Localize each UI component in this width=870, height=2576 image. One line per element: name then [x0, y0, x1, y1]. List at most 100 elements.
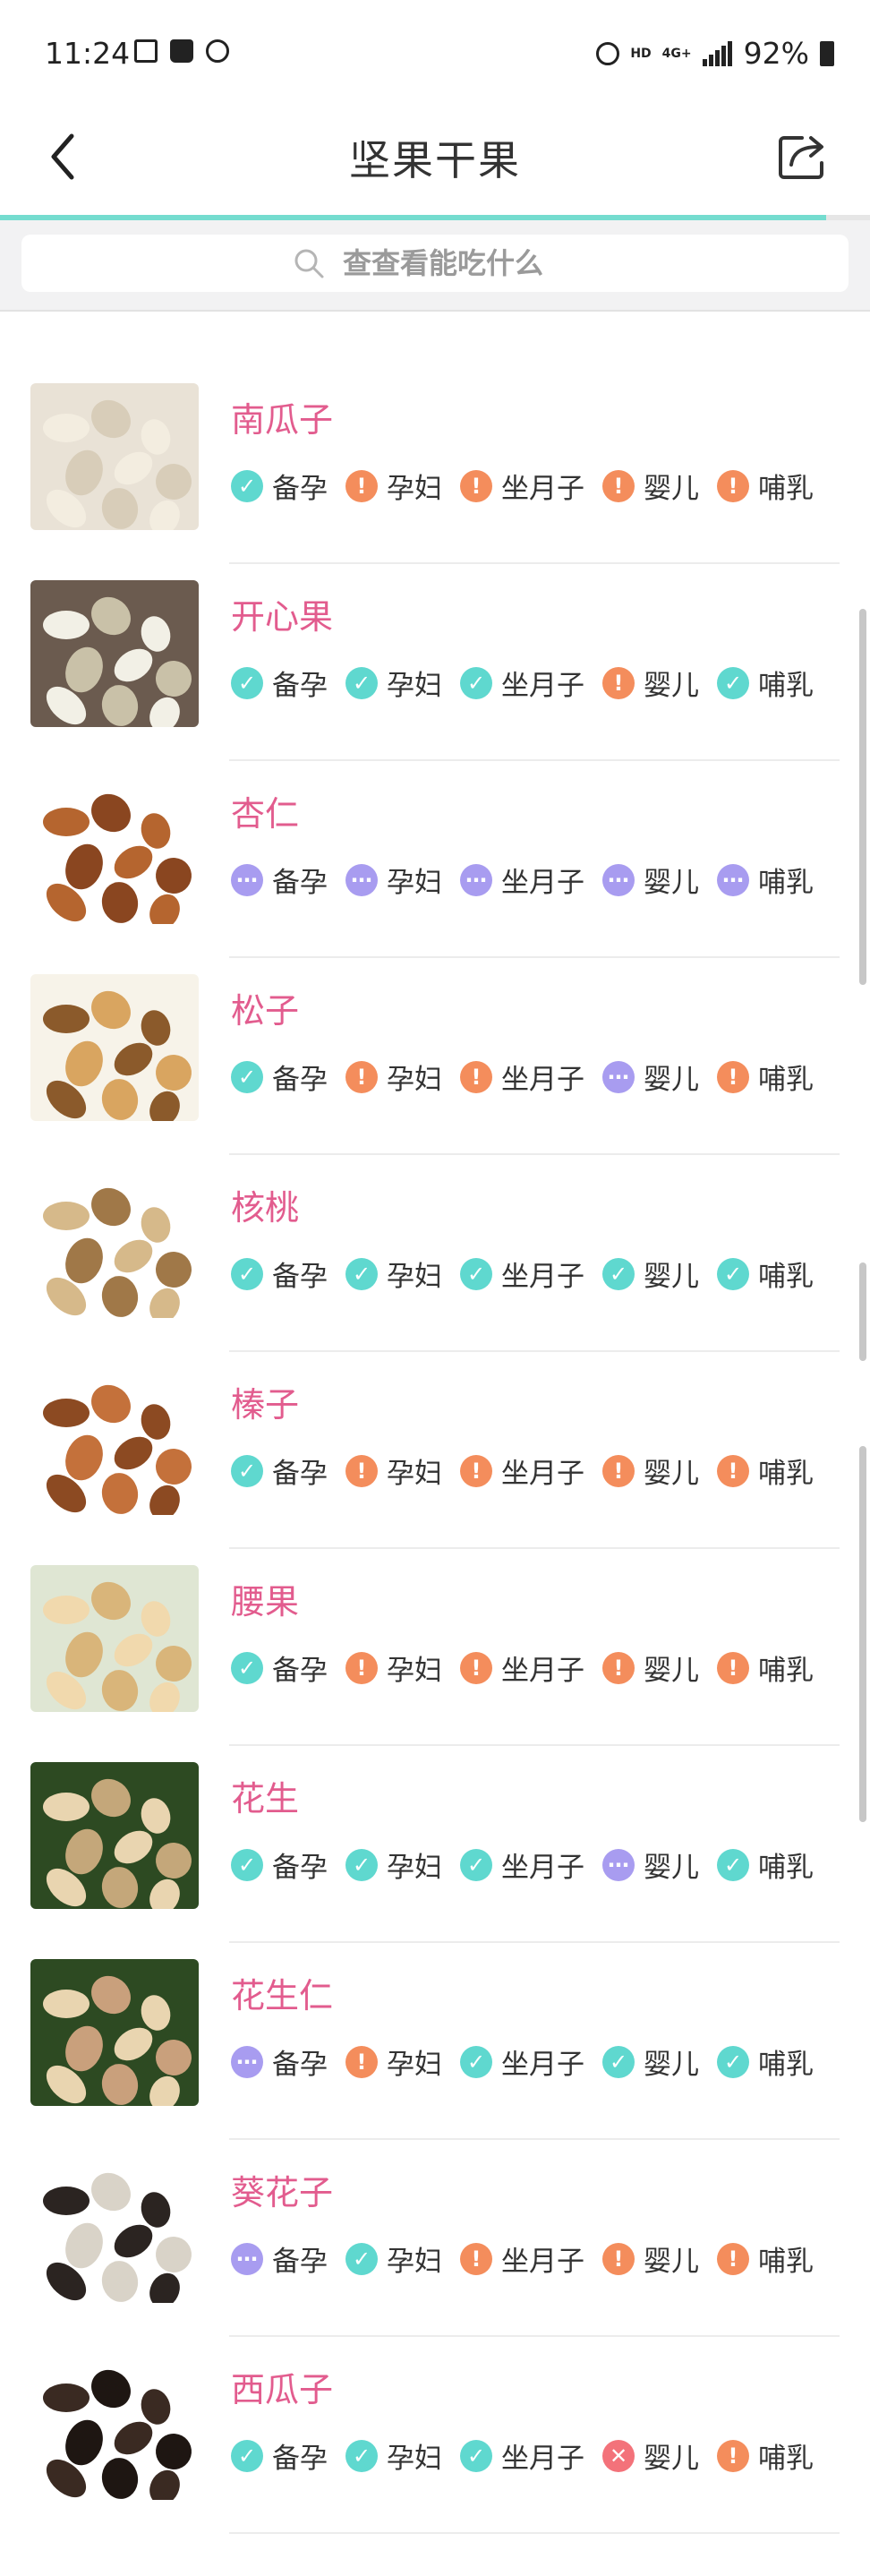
food-item[interactable]: 开心果 ✓ 备孕 ✓ 孕妇 ✓ 坐月子! 婴儿 ✓ 哺乳 [0, 564, 870, 761]
food-item[interactable]: 花生 ✓ 备孕 ✓ 孕妇 ✓ 坐月子 ⋯ 婴儿 ✓ 哺乳 [0, 1746, 870, 1943]
suitability-tag: ! 婴儿 [602, 1647, 699, 1688]
food-name: 西瓜子 [231, 2370, 334, 2409]
food-name: 松子 [231, 991, 300, 1031]
warning-icon: ! [602, 469, 635, 502]
suitability-tag: ✓ 备孕 [231, 2435, 328, 2476]
suitability-tag: ! 婴儿 [602, 1451, 699, 1491]
unknown-icon: ⋯ [460, 863, 492, 896]
group-label: 孕妇 [387, 867, 442, 899]
group-label: 坐月子 [501, 670, 584, 702]
suitability-tag: ✓ 孕妇 [345, 1844, 442, 1885]
suitability-tag: ✓ 孕妇 [345, 2435, 442, 2476]
group-label: 婴儿 [644, 1655, 699, 1687]
warning-icon: ! [717, 1454, 749, 1487]
check-icon: ✓ [717, 2045, 749, 2078]
suitability-tag: ! 哺乳 [717, 2238, 814, 2279]
food-item[interactable]: 西瓜子 ✓ 备孕 ✓ 孕妇 ✓ 坐月子 ✕ 婴儿! 哺乳 [0, 2337, 870, 2534]
search-box[interactable] [21, 235, 849, 292]
share-button[interactable] [772, 125, 834, 188]
suitability-tag: ! 孕妇 [345, 466, 442, 506]
warning-icon: ! [345, 469, 378, 502]
food-list: 南瓜子 ✓ 备孕! 孕妇! 坐月子! 婴儿! 哺乳 开心果 ✓ 备孕 ✓ 孕妇 ✓ 坐月子! 婴儿 ✓ 哺乳 杏仁… [0, 367, 870, 2534]
suitability-tag: ✓ 备孕 [231, 1647, 328, 1688]
page-title: 坚果干果 [349, 136, 521, 184]
alarm-icon [206, 39, 229, 63]
suitability-tag: ! 婴儿 [602, 2238, 699, 2279]
suitability-tag: ✓ 备孕 [231, 1844, 328, 1885]
search-icon [294, 249, 324, 278]
app-header: 坚果干果 [0, 106, 870, 215]
warning-icon: ! [460, 1060, 492, 1093]
suitability-tag: ⋯ 婴儿 [602, 1057, 699, 1097]
group-label: 坐月子 [501, 2246, 584, 2278]
suitability-tag: ✓ 坐月子 [460, 1254, 584, 1294]
group-label: 备孕 [272, 1655, 328, 1687]
status-right: HD 4G+ 92% [596, 36, 834, 71]
watermelon-seeds-image [30, 2353, 199, 2500]
unknown-icon: ⋯ [717, 863, 749, 896]
suitability-tag: ✓ 坐月子 [460, 2041, 584, 2082]
group-label: 备孕 [272, 1852, 328, 1884]
food-name: 开心果 [231, 597, 334, 637]
group-label: 婴儿 [644, 473, 699, 505]
group-label: 哺乳 [758, 1261, 814, 1293]
suitability-tag: ✓ 婴儿 [602, 2041, 699, 2082]
check-icon: ✓ [602, 2045, 635, 2078]
warning-icon: ! [717, 2439, 749, 2472]
food-item[interactable]: 松子 ✓ 备孕! 孕妇! 坐月子 ⋯ 婴儿! 哺乳 [0, 958, 870, 1155]
group-label: 坐月子 [501, 2443, 584, 2475]
group-label: 哺乳 [758, 2443, 814, 2475]
group-label: 坐月子 [501, 867, 584, 899]
signal-icon [702, 40, 733, 66]
suitability-tag: ⋯ 婴儿 [602, 1844, 699, 1885]
check-icon: ✓ [231, 1060, 263, 1093]
unknown-icon: ⋯ [602, 863, 635, 896]
suitability-tags: ✓ 备孕! 孕妇! 坐月子 ⋯ 婴儿! 哺乳 [231, 1057, 832, 1097]
suitability-tag: ⋯ 备孕 [231, 2238, 328, 2279]
check-icon: ✓ [345, 666, 378, 699]
suitability-tag: ! 坐月子 [460, 466, 584, 506]
food-item[interactable]: 花生仁 ⋯ 备孕! 孕妇 ✓ 坐月子 ✓ 婴儿 ✓ 哺乳 [0, 1943, 870, 2140]
network-indicator: 4G+ [661, 46, 692, 61]
food-name: 榛子 [231, 1385, 300, 1425]
food-item[interactable]: 核桃 ✓ 备孕 ✓ 孕妇 ✓ 坐月子 ✓ 婴儿 ✓ 哺乳 [0, 1155, 870, 1352]
suitability-tag: ✓ 坐月子 [460, 663, 584, 703]
group-label: 坐月子 [501, 1261, 584, 1293]
search-input[interactable] [341, 245, 577, 281]
scrollbar[interactable] [859, 609, 866, 985]
warning-icon: ! [345, 1454, 378, 1487]
suitability-tag: ! 哺乳 [717, 466, 814, 506]
food-item[interactable]: 榛子 ✓ 备孕! 孕妇! 坐月子! 婴儿! 哺乳 [0, 1352, 870, 1549]
search-bar [0, 220, 870, 312]
suitability-tag: ! 哺乳 [717, 2435, 814, 2476]
peanuts-image [30, 1762, 199, 1909]
group-label: 孕妇 [387, 473, 442, 505]
suitability-tag: ⋯ 孕妇 [345, 860, 442, 900]
pine-nuts-image [30, 974, 199, 1121]
walnuts-image [30, 1171, 199, 1318]
check-icon: ✓ [231, 469, 263, 502]
check-icon: ✓ [717, 1257, 749, 1290]
group-label: 备孕 [272, 2443, 328, 2475]
food-item[interactable]: 杏仁 ⋯ 备孕 ⋯ 孕妇 ⋯ 坐月子 ⋯ 婴儿 ⋯ 哺乳 [0, 761, 870, 958]
suitability-tag: ⋯ 坐月子 [460, 860, 584, 900]
suitability-tags: ✓ 备孕 ✓ 孕妇 ✓ 坐月子! 婴儿 ✓ 哺乳 [231, 663, 832, 703]
food-item[interactable]: 腰果 ✓ 备孕! 孕妇! 坐月子! 婴儿! 哺乳 [0, 1549, 870, 1746]
cashews-image [30, 1565, 199, 1712]
suitability-tag: ✓ 孕妇 [345, 663, 442, 703]
group-label: 孕妇 [387, 2246, 442, 2278]
food-item[interactable]: 南瓜子 ✓ 备孕! 孕妇! 坐月子! 婴儿! 哺乳 [0, 367, 870, 564]
suitability-tag: ✓ 哺乳 [717, 663, 814, 703]
warning-icon: ! [717, 1060, 749, 1093]
check-icon: ✓ [717, 666, 749, 699]
suitability-tag: ⋯ 备孕 [231, 860, 328, 900]
suitability-tag: ! 坐月子 [460, 2238, 584, 2279]
warning-icon: ! [460, 1454, 492, 1487]
check-icon: ✓ [231, 1651, 263, 1684]
group-label: 备孕 [272, 1064, 328, 1096]
warning-icon: ! [345, 1060, 378, 1093]
suitability-tag: ✓ 孕妇 [345, 1254, 442, 1294]
food-item[interactable]: 葵花子 ⋯ 备孕 ✓ 孕妇! 坐月子! 婴儿! 哺乳 [0, 2140, 870, 2337]
group-label: 婴儿 [644, 1852, 699, 1884]
unknown-icon: ⋯ [602, 1848, 635, 1881]
